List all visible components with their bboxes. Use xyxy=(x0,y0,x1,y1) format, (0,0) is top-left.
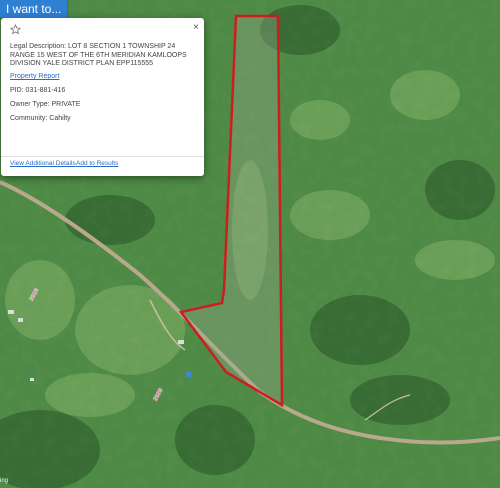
community-text: Community: Cahilty xyxy=(10,115,71,122)
map-attribution: ing xyxy=(0,478,9,484)
owner-type-text: Owner Type: PRIVATE xyxy=(10,101,81,108)
add-to-results-link[interactable]: Add to Results xyxy=(76,160,118,167)
parcel-info-popup: × Legal Description: LOT 8 SECTION 1 TOW… xyxy=(1,18,204,176)
legal-description: Legal Description: LOT 8 SECTION 1 TOWNS… xyxy=(10,43,187,67)
i-want-to-button[interactable]: I want to... xyxy=(0,0,68,18)
property-report-link[interactable]: Property Report xyxy=(10,73,59,80)
pid-text: PID: 031-881-416 xyxy=(10,87,66,94)
view-additional-details-link[interactable]: View Additional Details xyxy=(10,160,76,167)
popup-divider xyxy=(1,156,204,157)
star-icon[interactable] xyxy=(10,24,21,35)
close-icon[interactable]: × xyxy=(193,23,199,33)
